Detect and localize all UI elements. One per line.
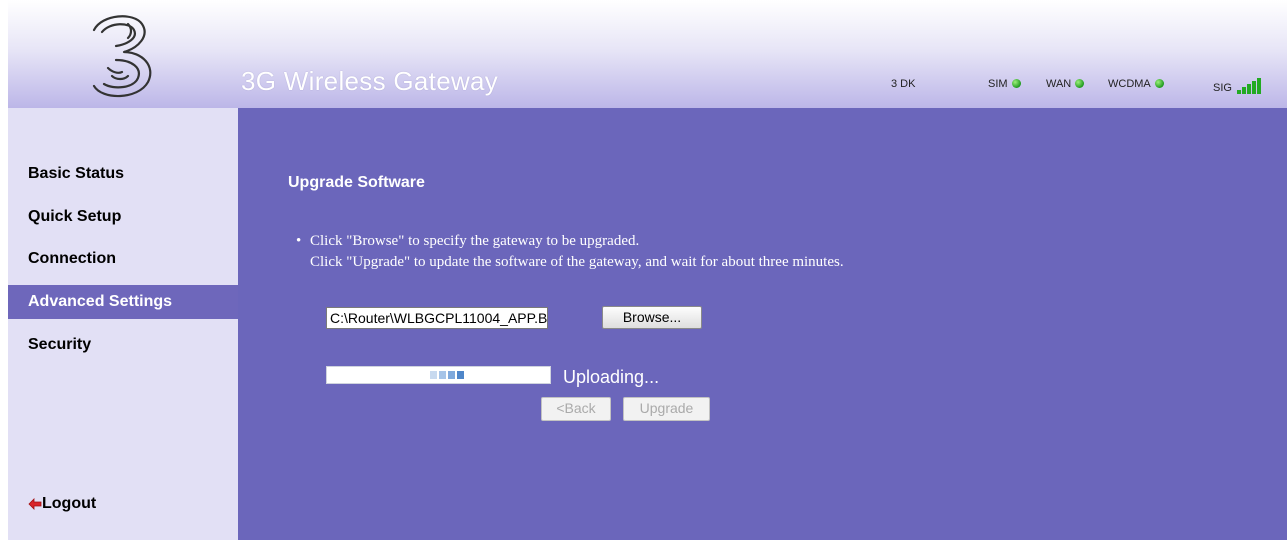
file-path-input[interactable]: C:\Router\WLBGCPL11004_APP.BIN xyxy=(326,307,548,329)
sidebar-item-connection[interactable]: Connection xyxy=(8,242,238,276)
signal-status: SIG xyxy=(1213,78,1262,94)
back-button[interactable]: <Back xyxy=(541,397,611,421)
three-logo-icon xyxy=(72,10,172,102)
upload-status-text: Uploading... xyxy=(563,367,660,387)
instruction-line-2: Click "Upgrade" to update the software o… xyxy=(310,254,844,270)
wan-status: WAN xyxy=(1046,78,1085,90)
wan-label: WAN xyxy=(1046,78,1072,90)
header-bar: 3G Wireless Gateway 3 DK SIM WAN WCDMA S… xyxy=(8,0,1287,108)
upgrade-button[interactable]: Upgrade xyxy=(623,397,710,421)
progress-block xyxy=(448,371,455,379)
bullet-icon: • xyxy=(296,233,302,249)
signal-bar xyxy=(1242,87,1247,94)
signal-bar xyxy=(1247,84,1252,94)
carrier-label: 3 DK xyxy=(891,78,916,90)
upload-progress-bar xyxy=(326,366,551,384)
wcdma-indicator-icon xyxy=(1154,79,1164,88)
sidebar: Basic Status Quick Setup Connection Adva… xyxy=(8,108,238,540)
sidebar-item-advanced-settings[interactable]: Advanced Settings xyxy=(8,285,238,319)
sidebar-item-basic-status[interactable]: Basic Status xyxy=(8,157,238,191)
wan-indicator-icon xyxy=(1075,79,1085,88)
progress-block xyxy=(457,371,464,379)
instructions: • Click "Browse" to specify the gateway … xyxy=(296,231,844,273)
signal-bars-icon xyxy=(1237,78,1262,94)
sidebar-item-security[interactable]: Security xyxy=(8,328,238,362)
page-title: Upgrade Software xyxy=(288,174,425,191)
logout-label: Logout xyxy=(42,495,97,512)
sim-indicator-icon xyxy=(1011,79,1021,88)
instruction-line-1: Click "Browse" to specify the gateway to… xyxy=(310,233,640,249)
wcdma-status: WCDMA xyxy=(1108,78,1164,90)
signal-bar xyxy=(1252,81,1257,94)
page-edge xyxy=(0,0,8,540)
logout-link[interactable]: Logout xyxy=(28,495,96,515)
signal-bar xyxy=(1237,90,1242,94)
sig-label: SIG xyxy=(1213,82,1232,94)
progress-block xyxy=(430,371,437,379)
wcdma-label: WCDMA xyxy=(1108,78,1151,90)
main-panel: Upgrade Software • Click "Browse" to spe… xyxy=(238,108,1287,540)
sim-label: SIM xyxy=(988,78,1008,90)
app-title: 3G Wireless Gateway xyxy=(241,66,499,96)
logout-arrow-icon xyxy=(28,496,42,515)
browse-button[interactable]: Browse... xyxy=(602,306,702,329)
sim-status: SIM xyxy=(988,78,1021,90)
sidebar-item-quick-setup[interactable]: Quick Setup xyxy=(8,200,238,234)
signal-bar xyxy=(1257,78,1262,94)
progress-indicator xyxy=(430,371,464,379)
progress-block xyxy=(439,371,446,379)
